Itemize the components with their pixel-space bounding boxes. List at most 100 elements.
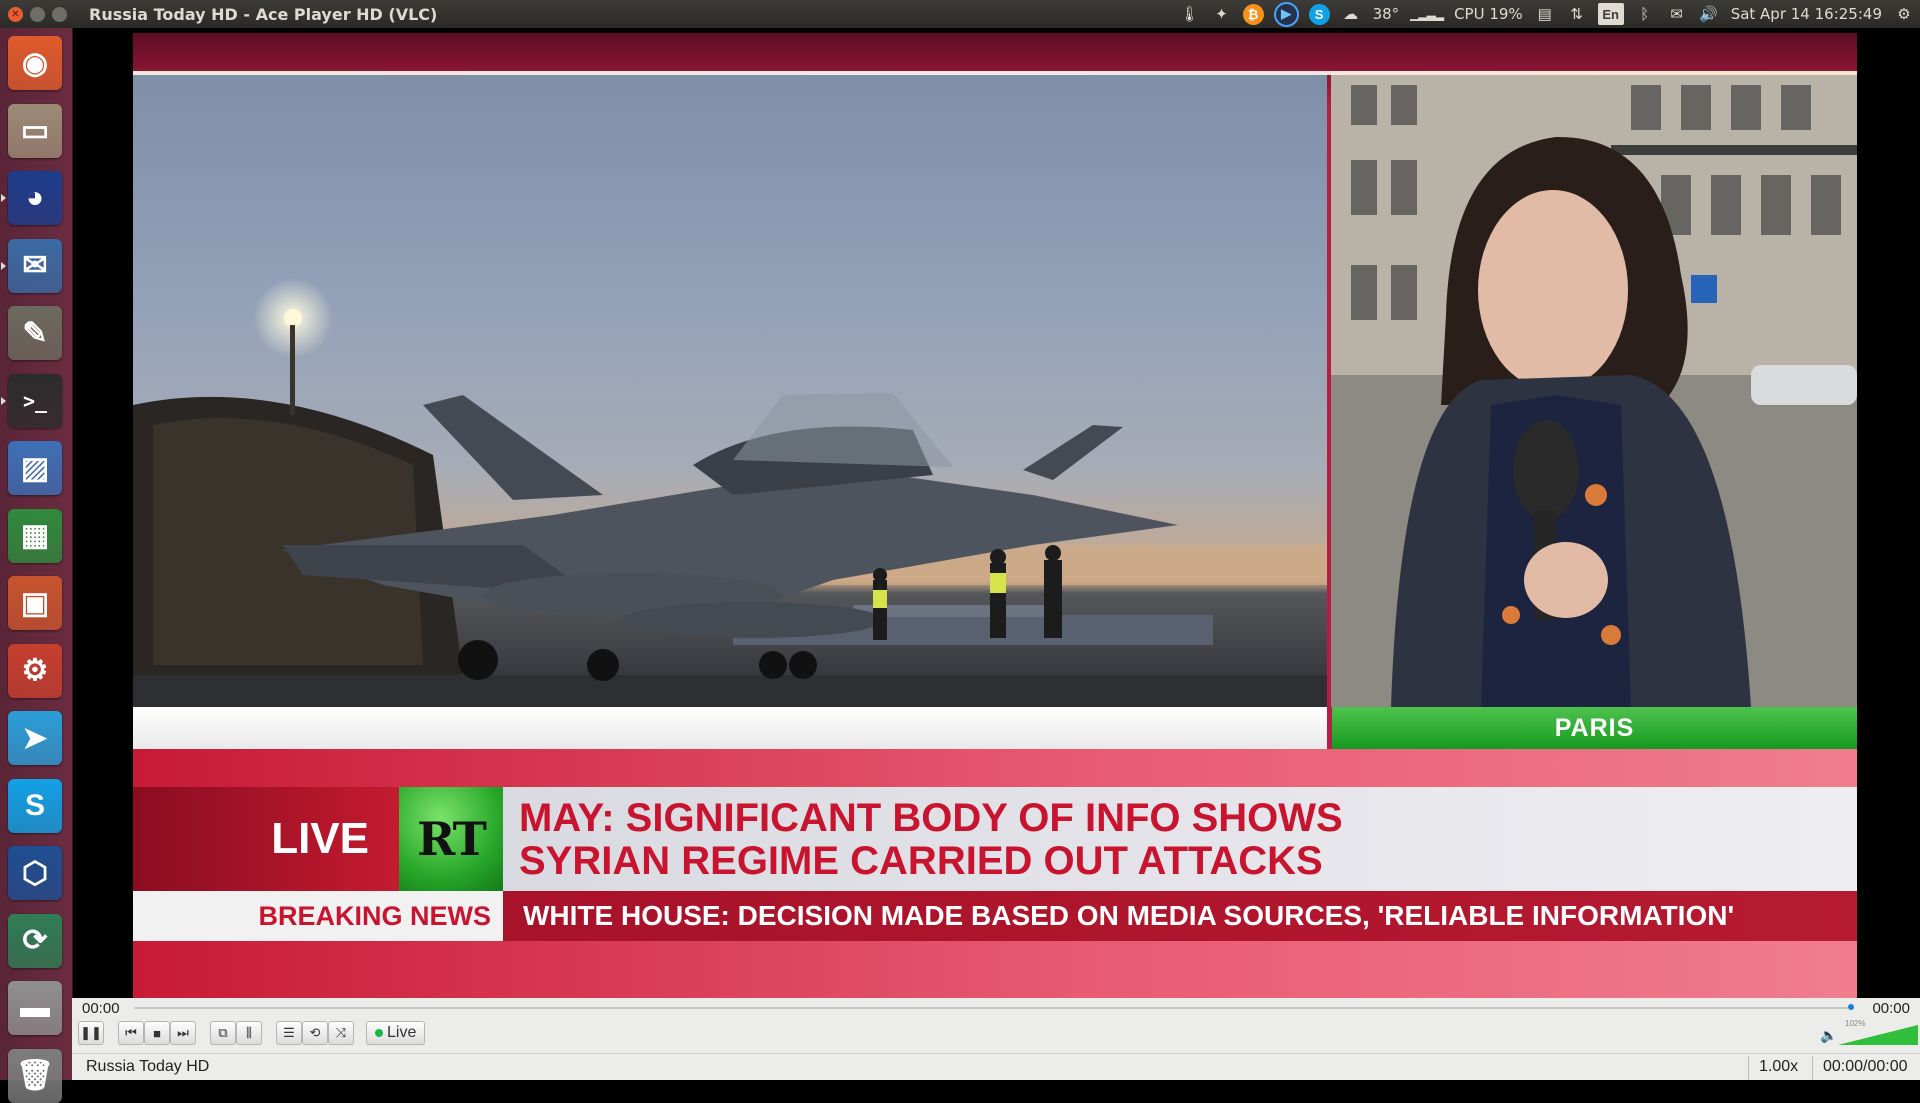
loop-icon: ⟲ [309,1025,321,1040]
bitcoin-icon[interactable]: ₿ [1242,3,1264,25]
live-button-label: Live [387,1024,417,1041]
control-buttons: ❚❚ ⏮ ■ ⏭ ⧉ ⫼ ☰ ⟲ ⤨ Live 🔈 102% [72,1019,1920,1049]
player-controls: 00:00 00:00 ❚❚ ⏮ ■ ⏭ ⧉ ⫼ ☰ ⟲ ⤨ Live 🔈 10… [72,998,1920,1080]
image-viewer-launcher-button[interactable]: ▨ [8,441,62,495]
file-manager-icon: ▭ [20,114,50,147]
firefox-launcher-button[interactable]: ◕ [8,171,62,225]
skype-icon: S [24,788,45,822]
update-manager-icon: ⟳ [22,924,48,957]
image-viewer-icon: ▨ [20,451,50,485]
headline-line-1: MAY: SIGNIFICANT BODY OF INFO SHOWS [519,796,1343,840]
window-minimize-button[interactable] [30,6,45,22]
pause-icon: ❚❚ [80,1025,102,1040]
gear-icon[interactable]: ⚙ [1893,3,1915,25]
seek-bar-row: 00:00 00:00 [72,998,1920,1018]
window-title: Russia Today HD - Ace Player HD (VLC) [89,4,438,24]
system-settings-launcher-button[interactable]: ⚙ [8,643,62,698]
virtualbox-icon: ⬡ [21,856,49,890]
reporter-image [1331,75,1857,707]
lower-third: LIVE RT MAY: SIGNIFICANT BODY OF INFO SH… [133,749,1857,998]
shuffle-icon: ⤨ [335,1025,347,1040]
telegram-launcher-button[interactable]: ➤ [8,711,62,765]
disk-drive-launcher-button[interactable]: ▬ [8,981,62,1035]
fullscreen-button[interactable]: ⧉ [210,1021,236,1045]
virtualbox-launcher-button[interactable]: ⬡ [8,846,62,900]
thermometer-icon[interactable]: 🌡 [1179,3,1201,25]
volume-icon[interactable]: 🔊 [1698,3,1720,25]
video-panel-reporter [1331,75,1857,707]
thunderbird-launcher-button[interactable]: ✉ [8,238,62,293]
pause-button[interactable]: ❚❚ [78,1021,104,1045]
presentation-launcher-button[interactable]: ▣ [8,576,62,630]
equalizer-icon: ⫼ [246,1025,252,1040]
shuffle-button[interactable]: ⤨ [328,1021,354,1045]
previous-button[interactable]: ⏮ [118,1021,144,1045]
seek-handle[interactable] [1848,1004,1854,1010]
playlist-icon: ☰ [283,1025,295,1040]
loop-button[interactable]: ⟲ [302,1021,328,1045]
network-icon[interactable]: ⇅ [1566,3,1588,25]
skype-launcher-button[interactable]: S [8,778,62,833]
video-panel-jet [133,75,1327,707]
cpu-usage[interactable]: CPU 19% [1454,5,1523,23]
status-time[interactable]: 00:00/00:00 [1812,1056,1908,1080]
jet-scene-image [133,278,1327,707]
previous-icon: ⏮ [125,1025,137,1040]
live-dot-icon [375,1029,383,1037]
telegram-icon: ➤ [22,721,48,755]
launcher: ◉ ▭ ◕ ✉ ✎ >_ ▨ ▦ ▣ ⚙ ➤ S ⬡ ⟳ ▬ 🗑 [0,28,73,1103]
status-channel-name: Russia Today HD [86,1058,210,1075]
next-button[interactable]: ⏭ [170,1021,196,1045]
time-total[interactable]: 00:00 [1872,1000,1910,1017]
live-label: LIVE [133,787,399,891]
dropbox-icon[interactable]: ✦ [1211,3,1233,25]
skype-tray-icon[interactable]: S [1308,3,1330,25]
gimp-launcher-button[interactable]: ✎ [8,306,62,360]
file-manager-launcher-button[interactable]: ▭ [8,103,62,158]
running-indicator [1,396,6,405]
system-tray: 🌡 ✦ ₿ ▶ S ☁ 38° ▁▂▃▂ CPU 19% ▤ ⇅ En ᛒ ✉ … [1174,0,1920,28]
extended-settings-button[interactable]: ⫼ [236,1021,262,1045]
live-button[interactable]: Live [366,1021,426,1045]
stop-icon: ■ [153,1025,161,1041]
media-player-icon[interactable]: ▶ [1273,1,1299,27]
volume-level [1838,1025,1918,1045]
rt-logo: RT [399,787,503,891]
seek-slider[interactable] [134,1007,1848,1009]
bluetooth-icon[interactable]: ᛒ [1634,3,1656,25]
ubuntu-dash-launcher-button[interactable]: ◉ [8,36,62,90]
ubuntu-dash-icon: ◉ [21,46,49,80]
top-panel: ✕ Russia Today HD - Ace Player HD (VLC) … [0,0,1920,28]
weather-temperature[interactable]: 38° [1373,5,1400,23]
trash-icon: 🗑 [15,1059,55,1092]
weather-icon[interactable]: ☁ [1340,3,1362,25]
spreadsheet-icon: ▦ [20,519,50,552]
terminal-icon: >_ [22,388,48,413]
video-output[interactable]: PARIS LIVE RT MAY: SIGNIFICANT BODY OF I… [133,33,1857,998]
window-maximize-button[interactable] [52,6,67,22]
mail-icon[interactable]: ✉ [1666,3,1688,25]
update-manager-launcher-button[interactable]: ⟳ [8,913,62,968]
breaking-news-ticker: WHITE HOUSE: DECISION MADE BASED ON MEDI… [523,900,1735,931]
window-close-button[interactable]: ✕ [8,6,23,22]
clock[interactable]: Sat Apr 14 16:25:49 [1731,5,1882,23]
clipboard-icon[interactable]: ▤ [1534,3,1556,25]
disk-drive-icon: ▬ [20,991,50,1024]
trash-launcher-button[interactable]: 🗑 [8,1048,62,1103]
volume-slider[interactable] [1838,1023,1918,1045]
headline-line-2: SYRIAN REGIME CARRIED OUT ATTACKS [519,839,1323,883]
cpu-graph-icon[interactable]: ▁▂▃▂ [1410,3,1444,25]
gimp-icon: ✎ [22,316,48,350]
status-bar: Russia Today HD 1.00x 00:00/00:00 [72,1053,1920,1081]
spreadsheet-launcher-button[interactable]: ▦ [8,508,62,563]
terminal-launcher-button[interactable]: >_ [8,373,62,428]
time-elapsed[interactable]: 00:00 [82,1000,120,1017]
breaking-news-label: BREAKING NEWS [258,900,491,931]
playback-speed[interactable]: 1.00x [1748,1056,1798,1080]
graphic-strip [133,707,1327,749]
next-icon: ⏭ [177,1025,189,1040]
keyboard-layout[interactable]: En [1597,3,1624,25]
playlist-button[interactable]: ☰ [276,1021,302,1045]
speaker-icon[interactable]: 🔈 [1820,1027,1837,1044]
stop-button[interactable]: ■ [144,1021,170,1045]
